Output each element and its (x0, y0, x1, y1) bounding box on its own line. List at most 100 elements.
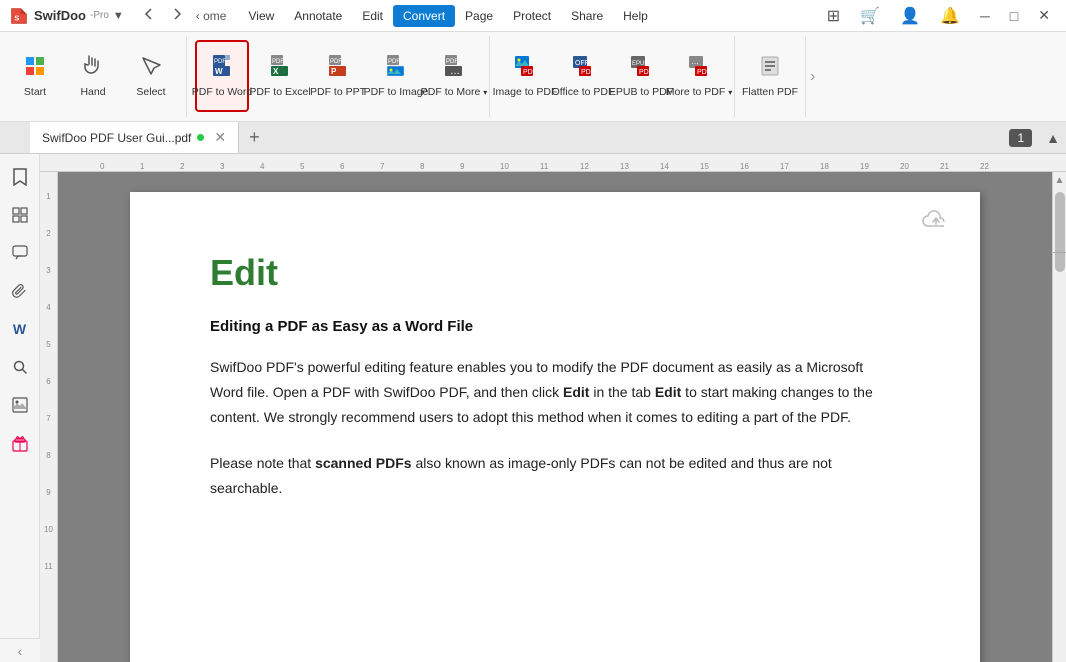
menu-annotate[interactable]: Annotate (284, 5, 352, 27)
ruler-left-8: 8 (46, 451, 50, 460)
ruler-tick-2: 2 (180, 162, 220, 171)
pdf-to-ppt-button[interactable]: PDF P PDF to PPT (311, 40, 365, 112)
tab-saved-indicator (197, 134, 204, 141)
nav-forward-btn[interactable] (164, 5, 190, 26)
image-to-pdf-button[interactable]: PDF Image to PDF (498, 40, 552, 112)
sidebar-comment-btn[interactable] (5, 238, 35, 268)
more-to-pdf-button[interactable]: … PDF More to PDF ▾ (672, 40, 726, 112)
ruler-top: 0 1 2 3 4 5 6 7 8 9 10 11 12 13 14 15 16 (40, 154, 1066, 172)
sidebar-gift-btn[interactable] (5, 428, 35, 458)
hand-button[interactable]: Hand (66, 40, 120, 112)
ruler-tick-21: 21 (940, 162, 980, 171)
pdf-to-image-icon: PDF (384, 54, 408, 82)
sidebar-bookmark-btn[interactable] (5, 162, 35, 192)
menu-view[interactable]: View (238, 5, 284, 27)
ruler-left-6: 6 (46, 377, 50, 386)
pdf-to-word-button[interactable]: W PDF PDF to Word (195, 40, 249, 112)
office-to-pdf-button[interactable]: OFF PDF Office to PDF (556, 40, 610, 112)
svg-text:PDF: PDF (388, 59, 400, 65)
pdf-to-ppt-icon: PDF P (326, 54, 350, 82)
pdf-to-image-button[interactable]: PDF PDF to Image (369, 40, 423, 112)
menu-bar: View Annotate Edit Convert Page Protect … (238, 5, 818, 27)
pdf-to-more-icon: PDF … (442, 54, 466, 82)
epub-to-pdf-icon: EPUB PDF (629, 54, 653, 82)
epub-to-pdf-button[interactable]: EPUB PDF EPUB to PDF (614, 40, 668, 112)
ruler-left-11: 11 (44, 562, 52, 571)
ruler-left-7: 7 (46, 414, 50, 423)
svg-text:P: P (331, 67, 337, 76)
ribbon-expand-btn[interactable]: › (806, 68, 819, 86)
image-to-pdf-icon: PDF (513, 54, 537, 82)
history-nav: ‹ ome (136, 5, 231, 26)
page-container[interactable]: Edit Editing a PDF as Easy as a Word Fil… (58, 172, 1052, 662)
menu-protect[interactable]: Protect (503, 5, 561, 27)
ruler-left-10: 10 (44, 525, 53, 534)
store-icon-btn[interactable]: 🛒 (852, 2, 888, 30)
ruler-tick-5: 5 (300, 162, 340, 171)
app-logo: S SwifDoo -Pro ▼ (8, 5, 128, 27)
restore-btn[interactable]: □ (1002, 4, 1026, 28)
notif-icon-btn[interactable]: 🔔 (932, 2, 968, 30)
svg-text:X: X (273, 67, 279, 76)
sidebar-grid-btn[interactable] (5, 200, 35, 230)
sidebar-collapse-btn[interactable]: ‹ (0, 638, 40, 662)
start-icon (23, 54, 47, 82)
menu-convert[interactable]: Convert (393, 5, 455, 27)
ruler-tick-16: 16 (740, 162, 780, 171)
close-btn[interactable]: ✕ (1030, 3, 1058, 28)
document-tab[interactable]: SwifDoo PDF User Gui...pdf ✕ (30, 122, 239, 153)
menu-help[interactable]: Help (613, 5, 658, 27)
pdf-to-more-button[interactable]: PDF … PDF to More ▾ (427, 40, 481, 112)
ruler-left-2: 2 (46, 229, 50, 238)
tab-add-btn[interactable]: + (239, 127, 270, 148)
scrollbar-right[interactable]: ▲ (1052, 172, 1066, 662)
scroll-content: 1 2 3 4 5 6 7 8 9 10 11 (40, 172, 1066, 662)
pdf-to-excel-button[interactable]: PDF X PDF to Excel (253, 40, 307, 112)
sidebar-search-btn[interactable] (5, 352, 35, 382)
sidebar-attach-btn[interactable] (5, 276, 35, 306)
office-to-pdf-icon: OFF PDF (571, 54, 595, 82)
scroll-divider (1053, 252, 1066, 253)
sidebar-image-btn[interactable] (5, 390, 35, 420)
ribbon-collapse-btn[interactable]: ▲ (1040, 130, 1066, 146)
nav-back-btn[interactable] (136, 5, 162, 26)
page-number-indicator: 1 (1009, 129, 1032, 147)
ribbon-toolbar: Start Hand Select W (0, 32, 1066, 122)
title-bar: S SwifDoo -Pro ▼ ‹ ome View Annotate Edi… (0, 0, 1066, 32)
more-to-pdf-label: More to PDF ▾ (666, 86, 732, 99)
hand-icon (81, 54, 105, 82)
edit-heading: Edit (210, 252, 900, 294)
scrollbar-thumb[interactable] (1055, 192, 1065, 272)
svg-text:PDF: PDF (214, 59, 226, 65)
ruler-tick-14: 14 (660, 162, 700, 171)
start-button[interactable]: Start (8, 40, 62, 112)
ruler-left-4: 4 (46, 303, 50, 312)
hand-label: Hand (80, 86, 105, 99)
cloud-sync-icon[interactable] (922, 208, 950, 236)
svg-text:S: S (14, 13, 19, 22)
menu-page[interactable]: Page (455, 5, 503, 27)
minimize-btn[interactable]: ─ (972, 4, 998, 28)
menu-edit[interactable]: Edit (352, 5, 393, 27)
svg-text:PDF: PDF (446, 59, 458, 65)
tab-bar: SwifDoo PDF User Gui...pdf ✕ + 1 ▲ (0, 122, 1066, 154)
grid-icon-btn[interactable]: ⊞ (819, 2, 848, 30)
select-icon (139, 54, 163, 82)
flatten-pdf-button[interactable]: Flatten PDF (743, 40, 797, 112)
logo-dropdown[interactable]: ▼ (113, 10, 124, 22)
more-to-pdf-icon: … PDF (687, 54, 711, 82)
svg-text:…: … (691, 57, 699, 66)
ruler-tick-0: 0 (100, 162, 140, 171)
app-name: SwifDoo (34, 8, 86, 23)
nav-crumb: ‹ ome (192, 9, 231, 23)
ruler-tick-6: 6 (340, 162, 380, 171)
menu-share[interactable]: Share (561, 5, 613, 27)
epub-to-pdf-label: EPUB to PDF (609, 86, 673, 99)
select-button[interactable]: Select (124, 40, 178, 112)
ruler-tick-8: 8 (420, 162, 460, 171)
user-icon-btn[interactable]: 👤 (892, 2, 928, 30)
tab-close-btn[interactable]: ✕ (214, 129, 226, 146)
scroll-up-btn[interactable]: ▲ (1053, 172, 1066, 188)
pdf-to-image-label: PDF to Image (364, 86, 429, 99)
sidebar-word-btn[interactable]: W (5, 314, 35, 344)
